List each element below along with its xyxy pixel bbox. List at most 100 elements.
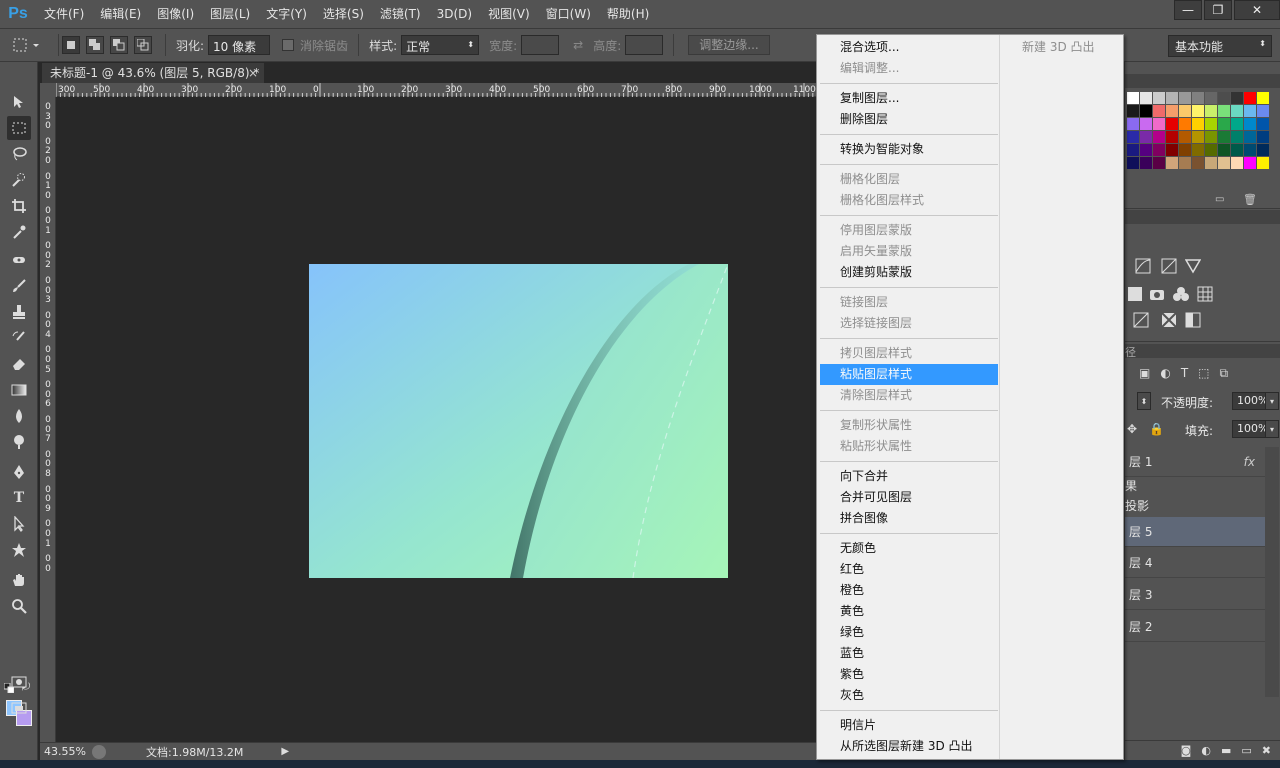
color-swatch[interactable] <box>1205 131 1217 143</box>
exposure-adjustment-icon[interactable] <box>1161 258 1177 274</box>
color-swatch[interactable] <box>1205 118 1217 130</box>
status-menu-arrow-icon[interactable]: ▶ <box>281 746 289 757</box>
antialias-checkbox[interactable] <box>282 39 295 51</box>
lock-all-icon[interactable]: 🔒 <box>1149 422 1164 436</box>
menu-type[interactable]: 文字(Y) <box>258 0 315 28</box>
new-swatch-icon[interactable]: ▭ <box>1215 194 1224 205</box>
brush-tool-icon[interactable] <box>7 274 31 298</box>
new-selection-icon[interactable] <box>62 36 80 54</box>
swap-dimensions-icon[interactable]: ⇄ <box>573 38 583 52</box>
context-menu-item[interactable]: 向下合并 <box>820 466 998 487</box>
color-swatch[interactable] <box>1231 157 1243 169</box>
layer-row[interactable]: 层 3 <box>1125 580 1265 610</box>
context-menu-item[interactable]: 拼合图像 <box>820 508 998 529</box>
color-swatch[interactable] <box>1127 131 1139 143</box>
screen-mode-icon[interactable] <box>7 696 31 720</box>
subtract-from-selection-icon[interactable] <box>110 36 128 54</box>
color-swatch[interactable] <box>1179 144 1191 156</box>
quick-selection-tool-icon[interactable] <box>7 168 31 192</box>
menu-edit[interactable]: 编辑(E) <box>92 0 149 28</box>
delete-layer-icon[interactable]: ✖ <box>1262 744 1271 757</box>
color-swatch[interactable] <box>1257 92 1269 104</box>
context-menu-item[interactable]: 黄色 <box>820 601 998 622</box>
color-swatch[interactable] <box>1257 105 1269 117</box>
color-swatch[interactable] <box>1166 157 1178 169</box>
lasso-tool-icon[interactable] <box>7 142 31 166</box>
filter-smart-object-icon[interactable]: ⧉ <box>1220 366 1229 381</box>
tool-preset-picker[interactable] <box>4 34 48 56</box>
vertical-ruler[interactable]: 0300200100010020030040050060070080090010… <box>40 97 56 742</box>
close-tab-icon[interactable]: × <box>248 63 258 83</box>
color-swatch[interactable] <box>1166 131 1178 143</box>
color-swatch[interactable] <box>1257 118 1269 130</box>
color-swatch[interactable] <box>1231 144 1243 156</box>
zoom-level[interactable]: 43.55% <box>40 745 92 758</box>
blend-mode-dropdown[interactable]: ⬍ <box>1137 392 1151 410</box>
context-menu-item[interactable]: 红色 <box>820 559 998 580</box>
color-swatch[interactable] <box>1257 157 1269 169</box>
fill-input[interactable]: 100% <box>1232 420 1268 438</box>
color-swatch[interactable] <box>1127 157 1139 169</box>
menu-layer[interactable]: 图层(L) <box>202 0 258 28</box>
color-swatch[interactable] <box>1166 118 1178 130</box>
context-menu-item[interactable]: 明信片 <box>820 715 998 736</box>
color-swatch[interactable] <box>1140 144 1152 156</box>
context-menu-item[interactable]: 从所选图层新建 3D 凸出 <box>820 736 998 757</box>
context-menu-item[interactable]: 橙色 <box>820 580 998 601</box>
color-swatch[interactable] <box>1218 118 1230 130</box>
color-swatch[interactable] <box>1218 157 1230 169</box>
pen-tool-icon[interactable] <box>7 460 31 484</box>
opacity-dropdown[interactable]: ▾ <box>1265 392 1279 410</box>
color-swatch[interactable] <box>1231 118 1243 130</box>
document-canvas[interactable] <box>309 264 728 578</box>
eyedropper-tool-icon[interactable] <box>7 220 31 244</box>
menu-3d[interactable]: 3D(D) <box>429 0 480 28</box>
color-swatch[interactable] <box>1153 157 1165 169</box>
type-tool-icon[interactable]: T <box>7 486 31 510</box>
color-swatch[interactable] <box>1205 144 1217 156</box>
color-swatch[interactable] <box>1140 92 1152 104</box>
color-swatch[interactable] <box>1218 144 1230 156</box>
quick-mask-icon[interactable] <box>7 670 31 694</box>
layer-row[interactable]: 层 1 fx <box>1125 447 1265 477</box>
gradient-tool-icon[interactable] <box>7 378 31 402</box>
color-swatch[interactable] <box>1179 105 1191 117</box>
color-balance-adjustment-icon[interactable] <box>1127 286 1143 302</box>
menu-view[interactable]: 视图(V) <box>480 0 538 28</box>
menu-window[interactable]: 窗口(W) <box>538 0 599 28</box>
color-swatch[interactable] <box>1153 131 1165 143</box>
zoom-tool-icon[interactable] <box>7 594 31 618</box>
clone-stamp-tool-icon[interactable] <box>7 300 31 324</box>
color-swatch[interactable] <box>1179 131 1191 143</box>
color-swatch[interactable] <box>1127 118 1139 130</box>
height-input[interactable] <box>625 35 664 55</box>
color-swatch[interactable] <box>1153 92 1165 104</box>
shape-tool-icon[interactable] <box>7 538 31 562</box>
color-swatch[interactable] <box>1127 105 1139 117</box>
menu-filter[interactable]: 滤镜(T) <box>372 0 429 28</box>
refine-edge-button[interactable]: 调整边缘... <box>688 35 770 55</box>
color-swatch[interactable] <box>1244 131 1256 143</box>
color-swatch[interactable] <box>1153 144 1165 156</box>
color-swatch[interactable] <box>1192 105 1204 117</box>
layer-row-selected[interactable]: 层 5 <box>1125 517 1265 547</box>
threshold-adjustment-icon[interactable] <box>1133 312 1149 328</box>
context-menu-item[interactable]: 蓝色 <box>820 643 998 664</box>
context-menu-item[interactable]: 粘贴图层样式 <box>820 364 998 385</box>
color-swatch[interactable] <box>1127 92 1139 104</box>
filter-shape-icon[interactable]: ⬚ <box>1198 366 1209 381</box>
channel-mixer-adjustment-icon[interactable] <box>1173 286 1189 302</box>
color-swatch[interactable] <box>1140 105 1152 117</box>
layer-effect-item[interactable]: 投影 <box>1125 497 1265 517</box>
color-lookup-adjustment-icon[interactable] <box>1197 286 1213 302</box>
add-mask-icon[interactable]: ◙ <box>1181 744 1192 757</box>
color-swatch[interactable] <box>1153 105 1165 117</box>
fill-dropdown[interactable]: ▾ <box>1265 420 1279 438</box>
minimize-button[interactable]: — <box>1174 0 1202 20</box>
menu-file[interactable]: 文件(F) <box>36 0 92 28</box>
history-brush-tool-icon[interactable] <box>7 326 31 350</box>
context-menu-item[interactable]: 混合选项... <box>820 37 998 58</box>
color-swatch[interactable] <box>1179 118 1191 130</box>
invert-adjustment-icon[interactable] <box>1185 312 1201 328</box>
close-button[interactable]: ✕ <box>1234 0 1280 20</box>
